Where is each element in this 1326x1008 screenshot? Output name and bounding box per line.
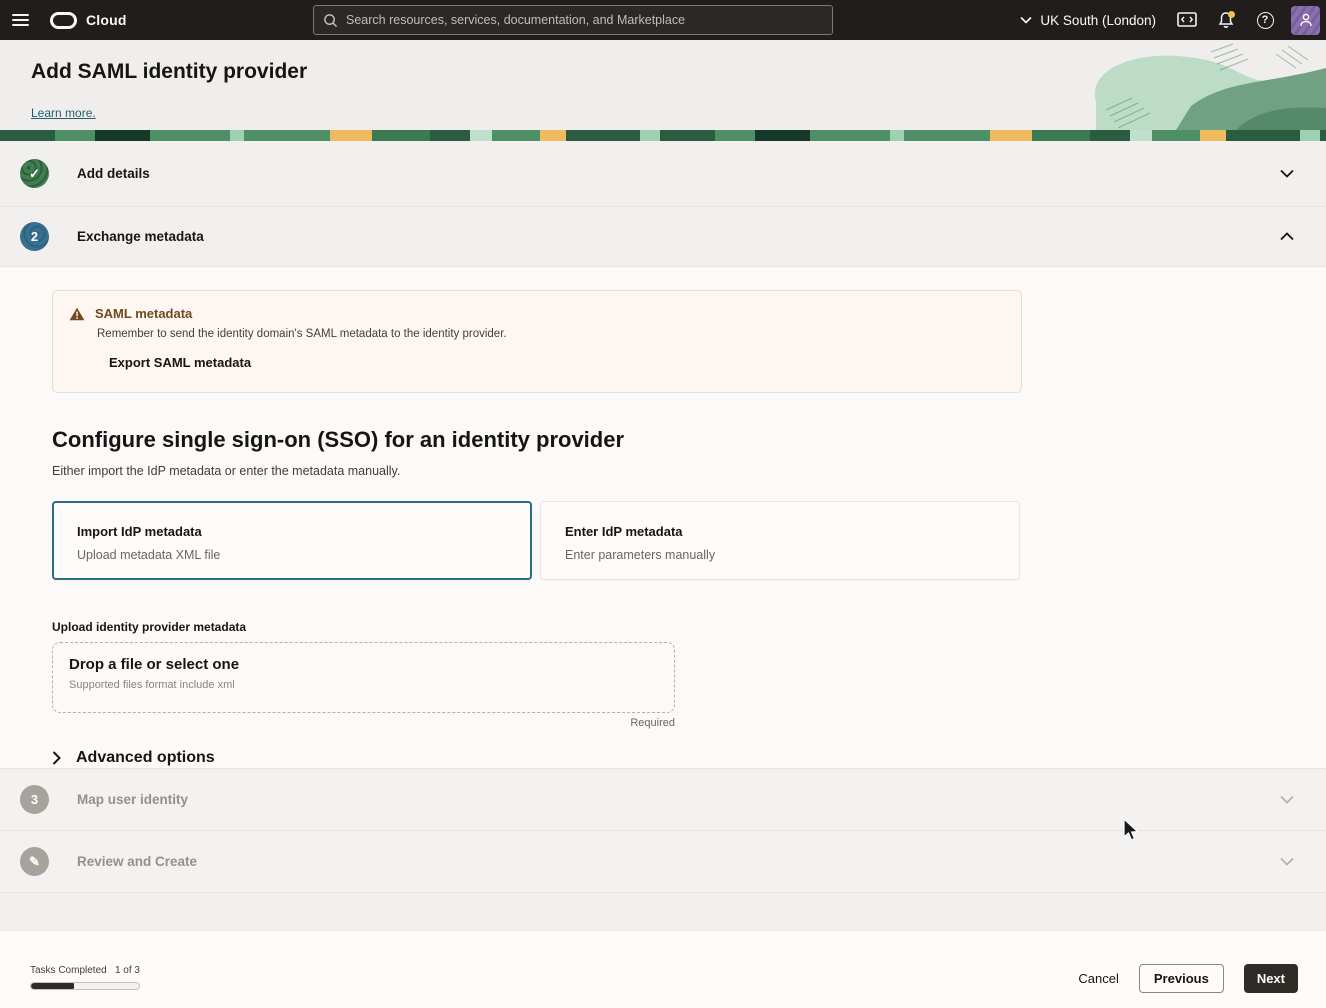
card-title: Enter IdP metadata: [565, 524, 995, 539]
step4-pencil-icon: ✎: [20, 847, 49, 876]
oracle-logo-icon: [50, 12, 77, 29]
sso-section-heading: Configure single sign-on (SSO) for an id…: [52, 427, 1274, 453]
step-review-and-create[interactable]: ✎ Review and Create: [0, 831, 1326, 893]
upload-metadata-field-label: Upload identity provider metadata: [52, 620, 1274, 634]
brand[interactable]: Cloud: [50, 12, 127, 29]
cloud-shell-icon[interactable]: [1171, 4, 1203, 36]
decorative-mural-strip: [0, 130, 1326, 141]
topbar-actions: UK South (London) ?: [1012, 0, 1320, 40]
topbar: Cloud UK South (London): [0, 0, 1326, 40]
sso-section-subheading: Either import the IdP metadata or enter …: [52, 464, 1274, 478]
progress-fill: [31, 983, 74, 989]
step1-label: Add details: [77, 166, 150, 181]
dropzone-subtitle: Supported files format include xml: [69, 679, 658, 691]
required-hint: Required: [52, 717, 675, 729]
card-import-idp-metadata[interactable]: Import IdP metadata Upload metadata XML …: [52, 501, 532, 580]
wizard-footer: Tasks Completed 1 of 3 Cancel Previous N…: [0, 930, 1326, 1008]
dropzone-title: Drop a file or select one: [69, 656, 658, 673]
progress-bar: [30, 982, 140, 990]
global-search[interactable]: [313, 5, 833, 35]
step3-label: Map user identity: [77, 792, 188, 807]
next-button[interactable]: Next: [1244, 964, 1298, 993]
metadata-method-cards: Import IdP metadata Upload metadata XML …: [52, 501, 1274, 580]
menu-icon[interactable]: [0, 0, 40, 40]
previous-button[interactable]: Previous: [1139, 964, 1224, 993]
region-selector[interactable]: UK South (London): [1012, 13, 1164, 28]
advanced-options-toggle[interactable]: Advanced options: [52, 749, 1274, 767]
step3-number-badge: 3: [20, 785, 49, 814]
card-description: Enter parameters manually: [565, 548, 995, 562]
brand-name: Cloud: [86, 12, 127, 28]
card-description: Upload metadata XML file: [77, 548, 507, 562]
search-input[interactable]: [346, 13, 823, 27]
wizard-steps: ✓ Add details 2 Exchange metadata: [0, 141, 1326, 893]
card-title: Import IdP metadata: [77, 524, 507, 539]
page-title: Add SAML identity provider: [31, 60, 307, 84]
page-header: Add SAML identity provider Learn more.: [0, 40, 1326, 130]
step-map-user-identity[interactable]: 3 Map user identity: [0, 769, 1326, 831]
step-add-details[interactable]: ✓ Add details: [0, 141, 1326, 207]
chevron-down-icon[interactable]: [1280, 169, 1306, 178]
chevron-down-icon: [1020, 16, 1032, 24]
saml-metadata-warning: SAML metadata Remember to send the ident…: [52, 290, 1022, 393]
advanced-options-label: Advanced options: [76, 749, 215, 767]
add-saml-idp-page: Cloud UK South (London): [0, 0, 1326, 1008]
tasks-progress: Tasks Completed 1 of 3: [30, 965, 140, 990]
step2-label: Exchange metadata: [77, 229, 204, 244]
person-icon: [1298, 12, 1314, 28]
chevron-right-icon: [52, 751, 61, 765]
notifications-bell-icon[interactable]: [1210, 4, 1242, 36]
notification-badge: [1228, 11, 1235, 18]
file-dropzone[interactable]: Drop a file or select one Supported file…: [52, 642, 675, 713]
tasks-count: 1 of 3: [115, 965, 140, 976]
learn-more-link[interactable]: Learn more.: [31, 106, 96, 120]
help-icon[interactable]: ?: [1249, 4, 1281, 36]
search-icon: [323, 13, 338, 28]
cancel-button[interactable]: Cancel: [1078, 971, 1118, 986]
warning-message: Remember to send the identity domain's S…: [97, 328, 1005, 340]
chevron-up-icon[interactable]: [1280, 232, 1306, 241]
chevron-down-icon[interactable]: [1280, 857, 1306, 866]
warning-triangle-icon: [69, 307, 85, 321]
card-enter-idp-metadata[interactable]: Enter IdP metadata Enter parameters manu…: [540, 501, 1020, 580]
region-label: UK South (London): [1040, 13, 1156, 28]
export-saml-metadata-button[interactable]: Export SAML metadata: [109, 355, 251, 370]
warning-title: SAML metadata: [95, 306, 192, 321]
step4-label: Review and Create: [77, 854, 197, 869]
profile-avatar[interactable]: [1291, 6, 1320, 35]
step2-number-badge: 2: [20, 222, 49, 251]
footer-actions: Cancel Previous Next: [1078, 964, 1298, 993]
decorative-art: [986, 40, 1326, 130]
tasks-completed-label: Tasks Completed: [30, 965, 107, 976]
step1-complete-check-icon: ✓: [20, 159, 49, 188]
exchange-metadata-panel: SAML metadata Remember to send the ident…: [0, 267, 1326, 769]
step-exchange-metadata[interactable]: 2 Exchange metadata: [0, 207, 1326, 267]
chevron-down-icon[interactable]: [1280, 795, 1306, 804]
